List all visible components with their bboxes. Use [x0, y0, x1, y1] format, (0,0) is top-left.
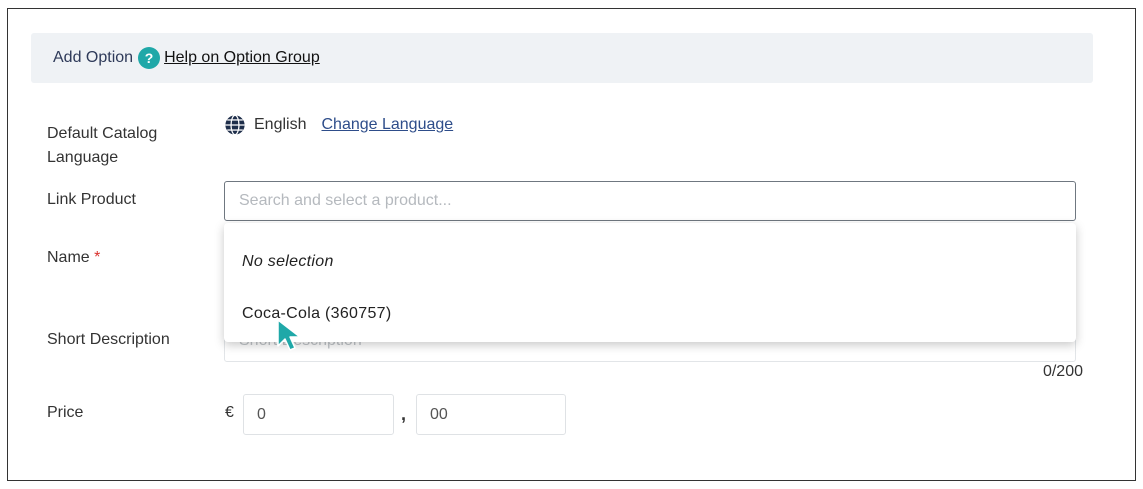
dropdown-option-coca-cola[interactable]: Coca-Cola (360757): [242, 305, 391, 323]
name-label-text: Name: [47, 249, 90, 266]
mouse-pointer-icon: [277, 319, 301, 351]
price-whole-input[interactable]: [243, 394, 394, 435]
link-product-label: Link Product: [47, 191, 136, 208]
help-icon[interactable]: ?: [138, 47, 161, 69]
required-mark: *: [94, 249, 101, 266]
panel-header: Add Option ? Help on Option Group: [31, 33, 1093, 83]
default-language-label: Default Catalog Language: [47, 125, 158, 166]
product-search-input[interactable]: [224, 181, 1076, 221]
language-value: English: [254, 116, 307, 133]
decimal-separator: ,: [401, 404, 407, 424]
change-language-link[interactable]: Change Language: [321, 116, 453, 134]
language-row: English Change Language: [224, 114, 453, 136]
product-dropdown: No selection Coca-Cola (360757): [224, 223, 1076, 342]
price-label: Price: [47, 404, 84, 421]
name-label: Name *: [47, 246, 100, 270]
price-cents-input[interactable]: [416, 394, 566, 435]
short-description-label: Short Description: [47, 331, 170, 348]
globe-icon: [225, 114, 245, 136]
currency-symbol: €: [225, 404, 234, 421]
character-counter: 0/200: [1042, 363, 1083, 380]
help-on-option-group-link[interactable]: Help on Option Group: [164, 49, 320, 67]
panel-title: Add Option: [53, 49, 134, 66]
dropdown-option-no-selection[interactable]: No selection: [242, 253, 334, 271]
